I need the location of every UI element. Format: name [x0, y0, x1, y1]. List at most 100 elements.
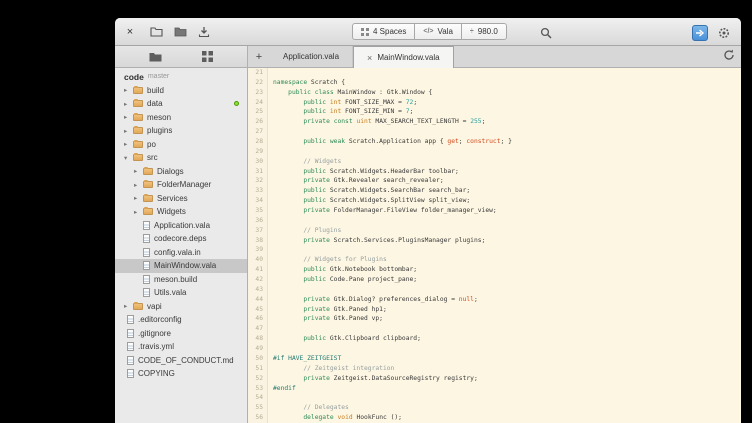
sidebar-item-MainWindow.vala[interactable]: MainWindow.vala	[115, 259, 247, 273]
code-line[interactable]: 41 public Gtk.Notebook bottombar;	[248, 265, 741, 275]
code-line[interactable]: 30 // Widgets	[248, 157, 741, 167]
sidebar-item-Utils.vala[interactable]: Utils.vala	[115, 286, 247, 300]
code-line[interactable]: 26 private const uint MAX_SEARCH_TEXT_LE…	[248, 117, 741, 127]
code-editor[interactable]: 2122namespace Scratch {23 public class M…	[248, 68, 741, 423]
sidebar-item-.gitignore[interactable]: .gitignore	[115, 327, 247, 341]
code-line[interactable]: 27	[248, 127, 741, 137]
code-lines: 2122namespace Scratch {23 public class M…	[248, 68, 741, 423]
code-line[interactable]: 50#if HAVE_ZEITGEIST	[248, 354, 741, 364]
code-line[interactable]: 54	[248, 393, 741, 403]
disclosure-icon[interactable]: ▸	[124, 127, 133, 135]
disclosure-icon[interactable]: ▸	[124, 86, 133, 94]
tab-MainWindow.vala[interactable]: ×MainWindow.vala	[353, 46, 454, 68]
code-line[interactable]: 21	[248, 68, 741, 78]
code-line[interactable]: 22namespace Scratch {	[248, 78, 741, 88]
code-line[interactable]: 44 private Gtk.Dialog? preferences_dialo…	[248, 295, 741, 305]
code-line[interactable]: 46 private Gtk.Paned vp;	[248, 314, 741, 324]
disclosure-icon[interactable]: ▸	[134, 194, 143, 202]
code-line[interactable]: 38 private Scratch.Services.PluginsManag…	[248, 236, 741, 246]
disclosure-icon[interactable]: ▸	[124, 113, 133, 121]
sidebar-item-po[interactable]: ▸po	[115, 138, 247, 152]
search-button[interactable]	[537, 24, 555, 42]
sidebar-item-meson[interactable]: ▸ meson	[115, 111, 247, 125]
code-line[interactable]: 55 // Delegates	[248, 403, 741, 413]
sidebar-item-.editorconfig[interactable]: .editorconfig	[115, 313, 247, 327]
open-button[interactable]	[147, 23, 165, 41]
code-text	[268, 68, 273, 78]
code-line[interactable]: 23 public class MainWindow : Gtk.Window …	[248, 88, 741, 98]
disclosure-icon[interactable]: ▸	[134, 208, 143, 216]
code-line[interactable]: 32 private Gtk.Revealer search_revealer;	[248, 176, 741, 186]
sidebar-item-meson.build[interactable]: meson.build	[115, 273, 247, 287]
code-line[interactable]: 47	[248, 324, 741, 334]
code-line[interactable]: 51 // Zeitgeist integration	[248, 364, 741, 374]
code-line[interactable]: 43	[248, 285, 741, 295]
code-line[interactable]: 33 public Scratch.Widgets.SearchBar sear…	[248, 186, 741, 196]
code-line[interactable]: 31 public Scratch.Widgets.HeaderBar tool…	[248, 167, 741, 177]
files-panel-button[interactable]	[146, 48, 164, 66]
disclosure-icon[interactable]: ▾	[124, 154, 133, 162]
line-number: 46	[248, 314, 268, 324]
code-line[interactable]: 45 private Gtk.Paned hp1;	[248, 305, 741, 315]
disclosure-icon[interactable]: ▸	[134, 167, 143, 175]
code-line[interactable]: 36	[248, 216, 741, 226]
code-line[interactable]: 49	[248, 344, 741, 354]
line-number: 32	[248, 176, 268, 186]
settings-button[interactable]	[715, 24, 733, 42]
sidebar-item-data[interactable]: ▸data	[115, 97, 247, 111]
sidebar-item-Application.vala[interactable]: Application.vala	[115, 219, 247, 233]
sidebar-item-.travis.yml[interactable]: .travis.yml	[115, 340, 247, 354]
code-line[interactable]: 42 public Code.Pane project_pane;	[248, 275, 741, 285]
disclosure-icon[interactable]: ▸	[134, 181, 143, 189]
sidebar-item-FolderManager[interactable]: ▸FolderManager	[115, 178, 247, 192]
disclosure-icon[interactable]: ▸	[124, 140, 133, 148]
tab-close-icon[interactable]: ×	[367, 53, 372, 63]
language-button[interactable]: </> Vala	[414, 23, 462, 40]
window-close-button[interactable]: ×	[123, 26, 137, 38]
sidebar-item-plugins[interactable]: ▸plugins	[115, 124, 247, 138]
tab-width-button[interactable]: 4 Spaces	[352, 23, 415, 40]
code-line[interactable]: 56 delegate void HookFunc ();	[248, 413, 741, 423]
file-icon	[143, 288, 150, 297]
code-line[interactable]: 40 // Widgets for Plugins	[248, 255, 741, 265]
symbols-panel-button[interactable]	[198, 48, 216, 66]
line-number: 49	[248, 344, 268, 354]
sidebar-item-vapi[interactable]: ▸vapi	[115, 300, 247, 314]
code-line[interactable]: 34 public Scratch.Widgets.SplitView spli…	[248, 196, 741, 206]
sidebar-item-Services[interactable]: ▸Services	[115, 192, 247, 206]
project-root-row[interactable]: code master	[115, 70, 247, 84]
sidebar-item-Dialogs[interactable]: ▸Dialogs	[115, 165, 247, 179]
save-button[interactable]	[195, 23, 213, 41]
code-line[interactable]: 29	[248, 147, 741, 157]
sidebar-item-codecore.deps[interactable]: codecore.deps	[115, 232, 247, 246]
disclosure-icon[interactable]: ▸	[124, 302, 133, 310]
code-line[interactable]: 39	[248, 245, 741, 255]
sidebar-item-config.vala.in[interactable]: config.vala.in	[115, 246, 247, 260]
sidebar-item-label: meson	[147, 113, 171, 122]
folder-icon	[133, 303, 143, 310]
sidebar-item-src[interactable]: ▾src	[115, 151, 247, 165]
open-folder-button[interactable]	[171, 23, 189, 41]
sidebar-item-CODE_OF_CONDUCT.md[interactable]: CODE_OF_CONDUCT.md	[115, 354, 247, 368]
code-line[interactable]: 28 public weak Scratch.Application app {…	[248, 137, 741, 147]
sidebar-item-COPYING[interactable]: COPYING	[115, 367, 247, 381]
code-line[interactable]: 25 public int FONT_SIZE_MIN = 7;	[248, 107, 741, 117]
disclosure-icon[interactable]: ▸	[124, 100, 133, 108]
folder-icon	[133, 141, 143, 148]
share-button[interactable]	[692, 25, 708, 41]
line-number: 52	[248, 374, 268, 384]
sidebar-item-build[interactable]: ▸build	[115, 84, 247, 98]
code-line[interactable]: 53#endif	[248, 384, 741, 394]
code-line[interactable]: 37 // Plugins	[248, 226, 741, 236]
code-line[interactable]: 24 public int FONT_SIZE_MAX = 72;	[248, 98, 741, 108]
zoom-button[interactable]: ÷ 980.0	[461, 23, 507, 40]
history-button[interactable]	[717, 46, 741, 64]
folder-icon	[143, 208, 153, 215]
new-tab-button[interactable]: +	[248, 46, 270, 67]
sidebar-item-Widgets[interactable]: ▸Widgets	[115, 205, 247, 219]
code-line[interactable]: 52 private Zeitgeist.DataSourceRegistry …	[248, 374, 741, 384]
tab-Application.vala[interactable]: Application.vala	[270, 46, 353, 67]
folder-icon	[143, 168, 153, 175]
code-line[interactable]: 48 public Gtk.Clipboard clipboard;	[248, 334, 741, 344]
code-line[interactable]: 35 private FolderManager.FileView folder…	[248, 206, 741, 216]
